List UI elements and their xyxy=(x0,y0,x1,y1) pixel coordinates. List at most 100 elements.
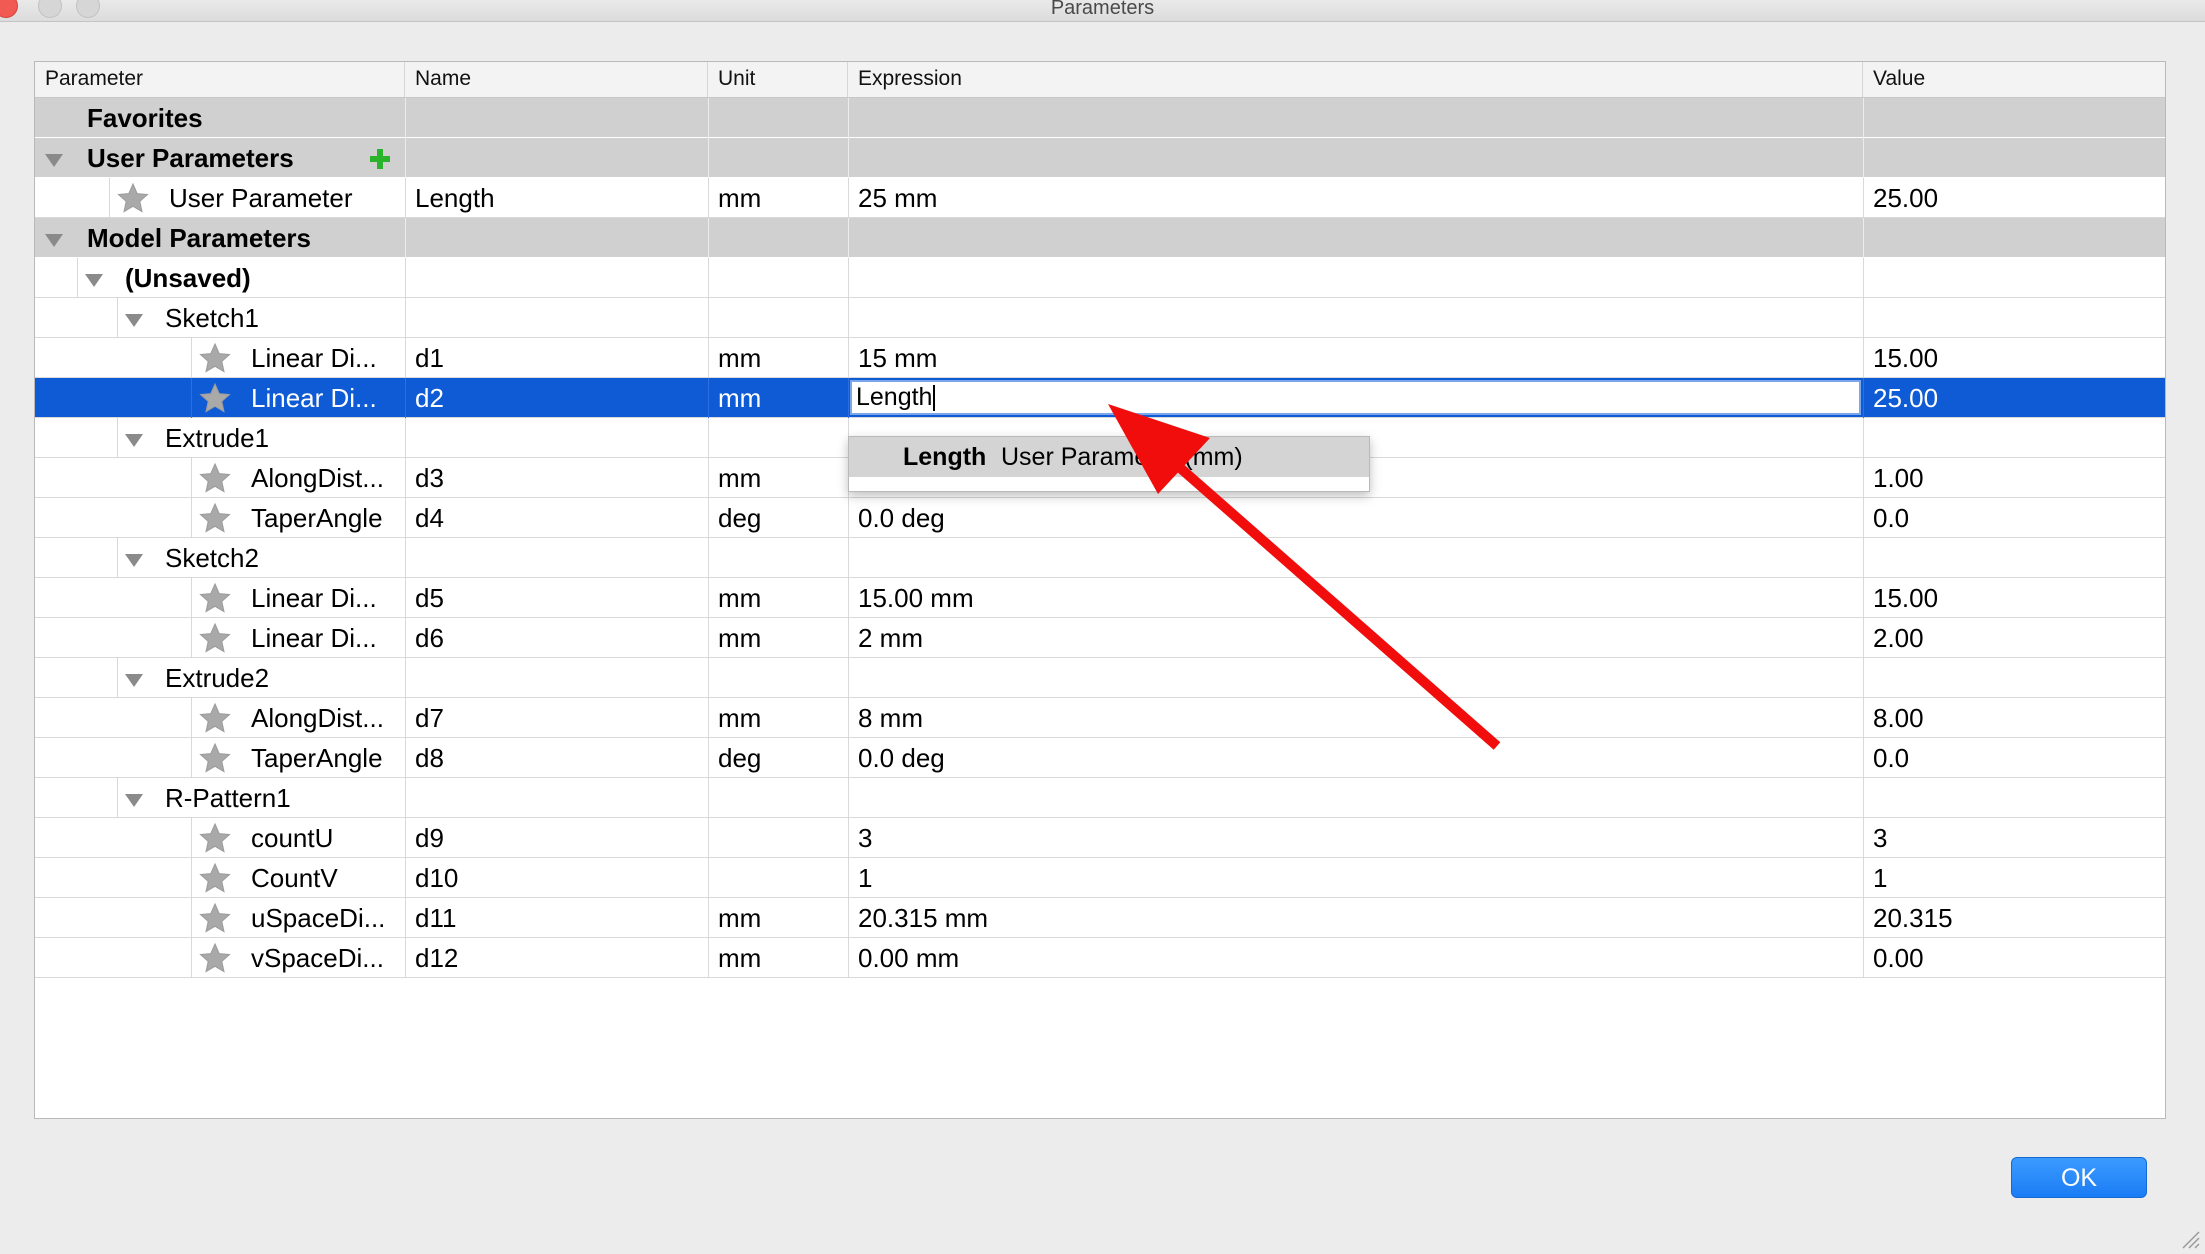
column-divider xyxy=(405,738,406,778)
parameter-expression[interactable]: 15 mm xyxy=(858,338,937,377)
tree-gutter-divider xyxy=(191,338,192,378)
favorite-star-icon[interactable] xyxy=(199,582,231,614)
table-row[interactable]: User Parameters xyxy=(35,138,2165,178)
favorite-star-icon[interactable] xyxy=(199,502,231,534)
parameter-name[interactable]: d2 xyxy=(415,378,444,417)
table-row[interactable]: Linear Di... d6 mm 2 mm 2.00 xyxy=(35,618,2165,658)
parameter-label: User Parameter xyxy=(169,183,353,213)
parameter-expression[interactable]: 15.00 mm xyxy=(858,578,974,617)
table-row[interactable]: Favorites xyxy=(35,98,2165,138)
table-row[interactable]: Extrude2 xyxy=(35,658,2165,698)
parameter-value: 1 xyxy=(1873,863,1888,893)
parameter-name[interactable]: Length xyxy=(415,178,495,217)
table-row[interactable]: TaperAngle d8 deg 0.0 deg 0.0 xyxy=(35,738,2165,778)
column-divider xyxy=(1863,818,1864,858)
favorite-star-icon[interactable] xyxy=(199,382,231,414)
favorite-star-icon[interactable] xyxy=(199,702,231,734)
parameter-name[interactable]: d8 xyxy=(415,738,444,777)
column-header-value[interactable]: Value xyxy=(1863,62,2165,97)
parameter-expression[interactable]: 0.0 deg xyxy=(858,738,945,777)
tree-gutter-divider xyxy=(117,418,118,458)
parameter-name[interactable]: d7 xyxy=(415,698,444,737)
favorite-star-icon[interactable] xyxy=(199,822,231,854)
expand-triangle-icon[interactable] xyxy=(125,434,143,447)
expand-triangle-icon[interactable] xyxy=(125,314,143,327)
table-row[interactable]: countU d9 3 3 xyxy=(35,818,2165,858)
window-title: Parameters xyxy=(1050,0,1155,19)
expand-triangle-icon[interactable] xyxy=(45,154,63,167)
column-header-unit[interactable]: Unit xyxy=(708,62,848,97)
parameter-name[interactable]: d9 xyxy=(415,818,444,857)
parameter-name[interactable]: d12 xyxy=(415,938,458,977)
column-header-parameter[interactable]: Parameter xyxy=(35,62,405,97)
table-row[interactable]: CountV d10 1 1 xyxy=(35,858,2165,898)
table-row[interactable]: Sketch1 xyxy=(35,298,2165,338)
table-row[interactable]: TaperAngle d4 deg 0.0 deg 0.0 xyxy=(35,498,2165,538)
column-divider xyxy=(1863,498,1864,538)
parameter-name[interactable]: d6 xyxy=(415,618,444,657)
column-divider xyxy=(848,258,849,298)
expression-input[interactable]: Length xyxy=(850,380,1861,415)
add-parameter-icon[interactable] xyxy=(369,146,391,169)
table-row[interactable]: uSpaceDi... d11 mm 20.315 mm 20.315 xyxy=(35,898,2165,938)
parameter-name[interactable]: d11 xyxy=(415,898,456,937)
resize-grip-icon[interactable] xyxy=(2179,1228,2201,1250)
parameter-expression[interactable]: 25 mm xyxy=(858,178,937,217)
column-divider xyxy=(708,658,709,698)
table-row[interactable]: vSpaceDi... d12 mm 0.00 mm 0.00 xyxy=(35,938,2165,978)
expand-triangle-icon[interactable] xyxy=(125,554,143,567)
parameter-expression[interactable]: 0.0 deg xyxy=(858,498,945,537)
expand-triangle-icon[interactable] xyxy=(45,234,63,247)
table-row[interactable]: Model Parameters xyxy=(35,218,2165,258)
expand-triangle-icon[interactable] xyxy=(125,674,143,687)
favorite-star-icon[interactable] xyxy=(199,742,231,774)
tree-gutter-divider xyxy=(191,898,192,938)
tree-gutter-divider xyxy=(117,778,118,818)
column-divider xyxy=(708,578,709,618)
parameter-expression[interactable]: 1 xyxy=(858,858,872,897)
parameter-name[interactable]: d5 xyxy=(415,578,444,617)
parameter-value: 15.00 xyxy=(1873,343,1939,373)
column-divider xyxy=(708,898,709,938)
column-divider xyxy=(1863,618,1864,658)
table-row[interactable]: AlongDist... d7 mm 8 mm 8.00 xyxy=(35,698,2165,738)
favorite-star-icon[interactable] xyxy=(199,462,231,494)
node-label: R-Pattern1 xyxy=(165,783,291,813)
table-row[interactable]: Linear Di... d5 mm 15.00 mm 15.00 xyxy=(35,578,2165,618)
column-header-name[interactable]: Name xyxy=(405,62,708,97)
column-header-expression[interactable]: Expression xyxy=(848,62,1863,97)
parameter-expression[interactable]: 0.00 mm xyxy=(858,938,959,977)
autocomplete-item-description: User Parameter (mm) xyxy=(1001,443,1243,471)
favorite-star-icon[interactable] xyxy=(199,942,231,974)
tree-gutter-divider xyxy=(191,938,192,978)
parameter-expression[interactable]: 8 mm xyxy=(858,698,923,737)
expand-triangle-icon[interactable] xyxy=(125,794,143,807)
parameter-name[interactable]: d4 xyxy=(415,498,444,537)
favorite-star-icon[interactable] xyxy=(117,182,149,214)
table-row[interactable]: Sketch2 xyxy=(35,538,2165,578)
table-row[interactable]: R-Pattern1 xyxy=(35,778,2165,818)
column-divider xyxy=(1863,898,1864,938)
parameter-unit: mm xyxy=(718,623,762,653)
table-row[interactable]: Linear Di... d2 mm Length 25.00 xyxy=(35,378,2165,418)
parameter-expression[interactable]: 20.315 mm xyxy=(858,898,988,937)
table-row[interactable]: Linear Di... d1 mm 15 mm 15.00 xyxy=(35,338,2165,378)
favorite-star-icon[interactable] xyxy=(199,902,231,934)
column-divider xyxy=(405,98,406,138)
table-row[interactable]: (Unsaved) xyxy=(35,258,2165,298)
favorite-star-icon[interactable] xyxy=(199,342,231,374)
parameter-expression[interactable]: 2 mm xyxy=(858,618,923,657)
favorite-star-icon[interactable] xyxy=(199,622,231,654)
autocomplete-item-length[interactable]: Length User Parameter (mm) xyxy=(849,437,1369,477)
table-row[interactable]: User Parameter Length mm 25 mm 25.00 xyxy=(35,178,2165,218)
parameter-name[interactable]: d10 xyxy=(415,858,458,897)
parameter-expression[interactable]: 3 xyxy=(858,818,872,857)
favorite-star-icon[interactable] xyxy=(199,862,231,894)
parameter-name[interactable]: d1 xyxy=(415,338,444,377)
tree-gutter-divider xyxy=(191,698,192,738)
ok-button[interactable]: OK xyxy=(2011,1157,2147,1198)
parameter-name[interactable]: d3 xyxy=(415,458,444,497)
text-caret xyxy=(933,385,936,412)
expand-triangle-icon[interactable] xyxy=(85,274,103,287)
column-divider xyxy=(848,858,849,898)
